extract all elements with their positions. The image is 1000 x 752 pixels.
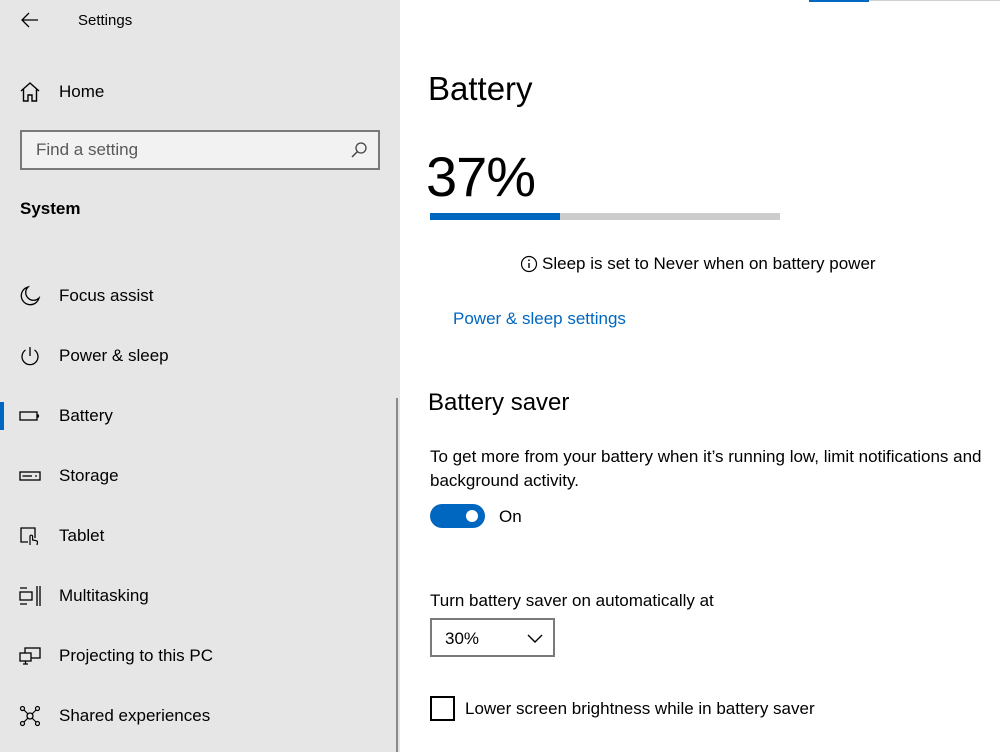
- sidebar-item-projecting[interactable]: Projecting to this PC: [0, 636, 400, 676]
- section-title: System: [20, 199, 81, 218]
- sidebar-item-storage[interactable]: Storage: [0, 456, 400, 496]
- back-button[interactable]: [12, 4, 48, 36]
- battery-saver-heading: Battery saver: [428, 389, 570, 416]
- power-sleep-settings-link[interactable]: Power & sleep settings: [453, 309, 626, 329]
- multitasking-icon: [19, 586, 41, 606]
- sidebar-item-label: Tablet: [59, 526, 105, 545]
- sidebar-item-power-sleep[interactable]: Power & sleep: [0, 336, 400, 376]
- sidebar-item-label: Multitasking: [59, 586, 149, 605]
- sidebar-item-home[interactable]: Home: [0, 72, 400, 112]
- sidebar-item-label: Storage: [59, 466, 119, 485]
- home-icon: [20, 82, 40, 102]
- battery-level-fill: [430, 213, 560, 220]
- top-accent-line: [809, 0, 869, 2]
- lower-brightness-label: Lower screen brightness while in battery…: [465, 699, 815, 718]
- sidebar-item-tablet[interactable]: Tablet: [0, 516, 400, 556]
- sidebar-item-label: Focus assist: [59, 286, 154, 305]
- projecting-icon: [19, 647, 41, 665]
- page-title: Battery: [428, 70, 533, 107]
- battery-saver-toggle[interactable]: [430, 504, 485, 528]
- search-box: [20, 130, 380, 170]
- storage-icon: [19, 471, 41, 481]
- chevron-down-icon: [527, 634, 543, 643]
- toggle-knob: [466, 510, 478, 522]
- sleep-info: Sleep is set to Never when on battery po…: [520, 254, 876, 274]
- back-arrow-icon: [21, 12, 38, 28]
- battery-level-bar: [430, 213, 780, 220]
- search-icon[interactable]: [350, 141, 368, 159]
- battery-percentage: 37%: [426, 145, 536, 208]
- sidebar-item-shared-experiences[interactable]: Shared experiences: [0, 696, 400, 736]
- lower-brightness-checkbox[interactable]: [430, 696, 455, 721]
- power-icon: [21, 347, 39, 366]
- sidebar-item-label: Shared experiences: [59, 706, 211, 725]
- auto-threshold-label: Turn battery saver on automatically at: [430, 591, 714, 610]
- app-title: Settings: [78, 12, 133, 29]
- sidebar-item-battery[interactable]: Battery: [0, 396, 400, 436]
- toggle-state-label: On: [499, 507, 522, 526]
- dropdown-value: 30%: [445, 629, 480, 648]
- moon-icon: [20, 285, 41, 306]
- search-input[interactable]: [22, 132, 342, 168]
- sidebar-scrollbar[interactable]: [396, 398, 398, 752]
- sidebar-item-label: Projecting to this PC: [59, 646, 214, 665]
- sidebar-item-label: Power & sleep: [59, 346, 169, 365]
- sidebar-item-multitasking[interactable]: Multitasking: [0, 576, 400, 616]
- selection-indicator: [0, 402, 4, 430]
- sidebar-item-focus-assist[interactable]: Focus assist: [0, 276, 400, 316]
- auto-threshold-dropdown[interactable]: 30%: [430, 618, 555, 657]
- sidebar-item-label: Home: [59, 82, 105, 101]
- info-icon: [520, 255, 538, 273]
- battery-saver-description: To get more from your battery when it’s …: [430, 447, 982, 490]
- tablet-icon: [20, 527, 39, 546]
- battery-icon: [19, 411, 39, 421]
- shared-experiences-icon: [19, 705, 41, 727]
- top-divider: [869, 0, 1000, 1]
- sidebar-item-label: Battery: [59, 406, 113, 425]
- sidebar: Settings Home System Focus assist Power …: [0, 0, 400, 752]
- sleep-info-text: Sleep is set to Never when on battery po…: [542, 254, 876, 273]
